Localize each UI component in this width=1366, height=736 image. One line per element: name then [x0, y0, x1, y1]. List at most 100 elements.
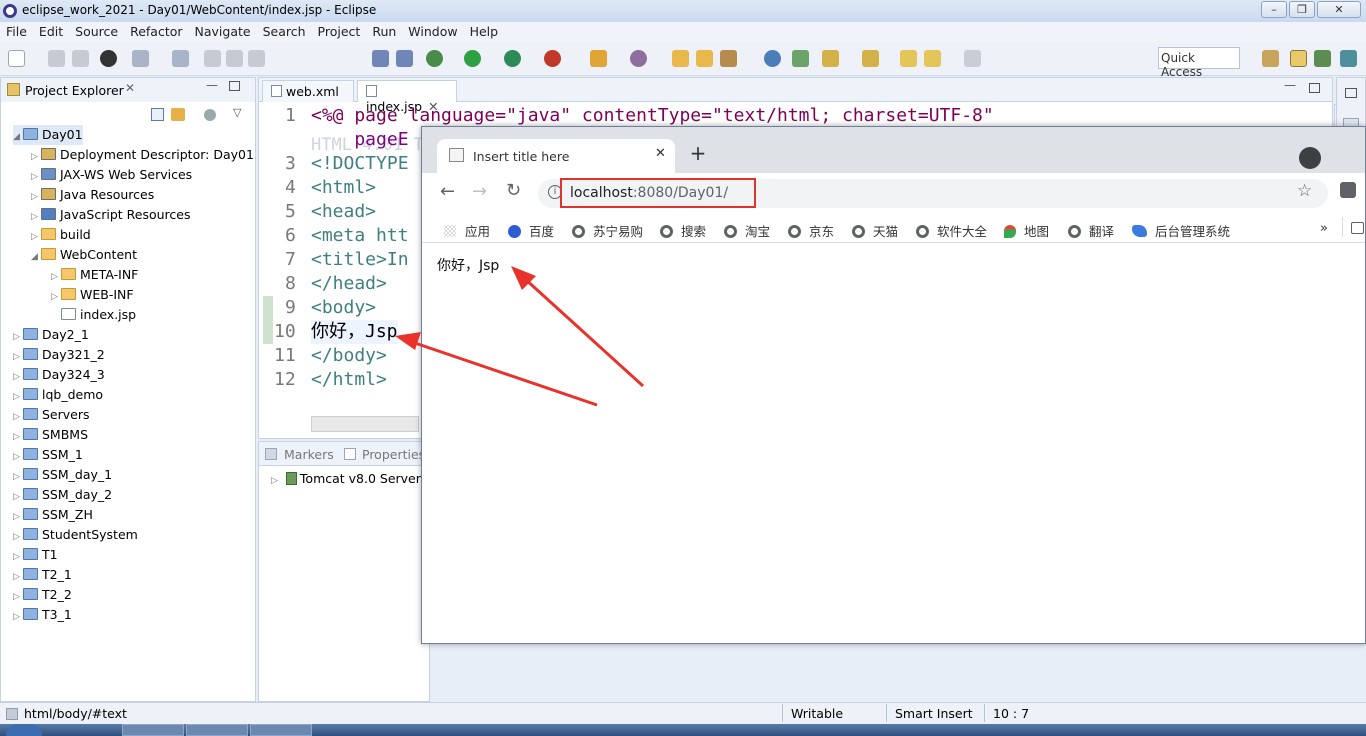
tree-item[interactable]: ▷ T1 [13, 545, 58, 565]
close-button[interactable]: ✕ [1317, 1, 1361, 18]
save-all-icon[interactable] [72, 50, 89, 67]
collapsed-arrow-icon[interactable]: ▷ [31, 207, 41, 227]
code-line[interactable]: <html> [311, 176, 376, 200]
menu-file[interactable]: File [0, 22, 33, 39]
code-line[interactable]: pageE [311, 128, 408, 152]
tab-web-xml[interactable]: web.xml [262, 80, 354, 102]
tree-item[interactable]: ▷ SSM_1 [13, 445, 83, 465]
search-toolbar-icon[interactable] [792, 50, 809, 67]
bookmark-apps[interactable]: 应用 [444, 221, 490, 240]
taskbar-app[interactable] [250, 724, 312, 736]
tree-item[interactable]: ▷ Java Resources [31, 185, 154, 205]
collapsed-arrow-icon[interactable]: ▷ [31, 187, 41, 207]
code-line[interactable]: 你好，Jsp [311, 320, 398, 344]
collapsed-arrow-icon[interactable]: ▷ [13, 427, 23, 447]
start-button[interactable] [6, 724, 42, 736]
restore-icon[interactable] [1345, 88, 1357, 98]
back-arrow-icon[interactable]: ← [440, 181, 455, 202]
collapsed-arrow-icon[interactable]: ▷ [31, 227, 41, 247]
collapsed-arrow-icon[interactable]: ▷ [13, 387, 23, 407]
forward-arrow-icon[interactable]: → [472, 181, 487, 202]
bookmark-search[interactable]: 搜索 [660, 221, 706, 240]
close-tab-icon[interactable]: ✕ [655, 146, 666, 161]
view-menu-icon[interactable]: ▽ [233, 106, 241, 119]
open-folder-icon[interactable] [696, 50, 713, 67]
suspend-icon[interactable] [226, 50, 243, 67]
collapsed-arrow-icon[interactable]: ▷ [51, 287, 61, 307]
url-highlight-box[interactable]: localhost:8080/Day01/ [560, 178, 756, 208]
collapsed-arrow-icon[interactable]: ▷ [13, 507, 23, 527]
collapsed-arrow-icon[interactable]: ▷ [13, 567, 23, 587]
globe-icon[interactable] [764, 50, 781, 67]
open-type-icon[interactable] [672, 50, 689, 67]
tree-item[interactable]: ▷ SSM_ZH [13, 505, 93, 525]
tree-item[interactable]: ▷ JAX-WS Web Services [31, 165, 192, 185]
collapsed-arrow-icon[interactable]: ▷ [13, 587, 23, 607]
bookmark-software[interactable]: 软件大全 [916, 221, 987, 240]
expand-arrow-icon[interactable]: ▷ [271, 476, 278, 486]
step-icon[interactable] [372, 50, 389, 67]
code-line[interactable]: </body> [311, 344, 387, 368]
debug-perspective-icon[interactable] [1314, 50, 1331, 67]
tree-item[interactable]: ▷ build [31, 225, 91, 245]
tree-item[interactable]: ▷ lqb_demo [13, 385, 103, 405]
minimize-button[interactable]: – [1261, 1, 1287, 18]
tab-index-jsp[interactable]: index.jsp ✕ [357, 80, 457, 114]
extensions-icon[interactable] [1340, 182, 1356, 198]
resume-icon[interactable] [204, 50, 221, 67]
code-line[interactable]: </head> [311, 272, 387, 296]
menu-source[interactable]: Source [69, 22, 124, 39]
back-icon[interactable] [924, 50, 941, 67]
code-line[interactable]: <head> [311, 200, 376, 224]
bookmark-star-icon[interactable]: ☆ [1297, 181, 1312, 201]
bookmark-translate[interactable]: 翻译 [1068, 221, 1114, 240]
tree-item[interactable]: ▷ SSM_day_2 [13, 485, 112, 505]
prev-annotation-icon[interactable] [862, 50, 879, 67]
collapsed-arrow-icon[interactable]: ▷ [13, 607, 23, 627]
link-editor-icon[interactable] [171, 108, 185, 121]
browser-tab[interactable]: Insert title here ✕ [437, 139, 675, 173]
maximize-view-icon[interactable] [229, 81, 240, 91]
bookmark-map[interactable]: 地图 [1004, 221, 1049, 240]
pencil-icon[interactable] [720, 50, 737, 67]
menu-help[interactable]: Help [464, 22, 505, 39]
quick-access-input[interactable]: Quick Access [1158, 47, 1240, 79]
bookmark-tmall[interactable]: 天猫 [852, 221, 898, 240]
tree-item[interactable]: ▷ META-INF [51, 265, 138, 285]
collapsed-arrow-icon[interactable]: ▷ [13, 467, 23, 487]
new-class-icon[interactable] [630, 50, 647, 67]
expanded-arrow-icon[interactable]: ◢ [13, 127, 23, 147]
tree-item[interactable]: ▷ Deployment Descriptor: Day01 [31, 145, 254, 165]
tree-item[interactable]: ▷ WEB-INF [51, 285, 134, 305]
menu-window[interactable]: Window [402, 22, 463, 39]
collapsed-arrow-icon[interactable]: ▷ [13, 447, 23, 467]
tree-item[interactable]: ▷ Servers [13, 405, 90, 425]
last-edit-icon[interactable] [900, 50, 917, 67]
collapsed-arrow-icon[interactable]: ▷ [13, 547, 23, 567]
collapsed-arrow-icon[interactable]: ▷ [51, 267, 61, 287]
open-perspective-icon[interactable] [1262, 50, 1279, 67]
tree-item[interactable]: ▷ T2_2 [13, 585, 72, 605]
tree-item[interactable]: ▷ JavaScript Resources [31, 205, 190, 225]
taskbar-app[interactable] [186, 724, 248, 736]
collapsed-arrow-icon[interactable]: ▷ [13, 487, 23, 507]
debug-icon[interactable] [426, 50, 443, 67]
tab-properties[interactable]: Properties [362, 447, 425, 462]
next-annotation-icon[interactable] [822, 50, 839, 67]
tree-item[interactable]: ◢ WebContent [31, 245, 137, 265]
bookmark-baidu[interactable]: 百度 [508, 221, 554, 240]
coverage-icon[interactable] [504, 50, 521, 67]
filter-icon[interactable] [204, 109, 216, 121]
collapse-all-icon[interactable] [151, 108, 164, 121]
server-item[interactable]: ▷ Tomcat v8.0 Server [271, 471, 421, 486]
minimize-editor-icon[interactable]: — [1284, 78, 1296, 92]
tree-item[interactable]: ▷ StudentSystem [13, 525, 138, 545]
menu-search[interactable]: Search [257, 22, 312, 39]
bookmark-admin[interactable]: 后台管理系统 [1132, 221, 1230, 240]
tree-item[interactable]: ▷ SSM_day_1 [13, 465, 112, 485]
java-perspective-icon[interactable] [1340, 50, 1357, 67]
new-tab-icon[interactable]: + [687, 143, 709, 165]
maximize-button[interactable]: ❐ [1289, 1, 1315, 18]
menu-edit[interactable]: Edit [33, 22, 69, 39]
profile-icon[interactable] [100, 50, 117, 67]
